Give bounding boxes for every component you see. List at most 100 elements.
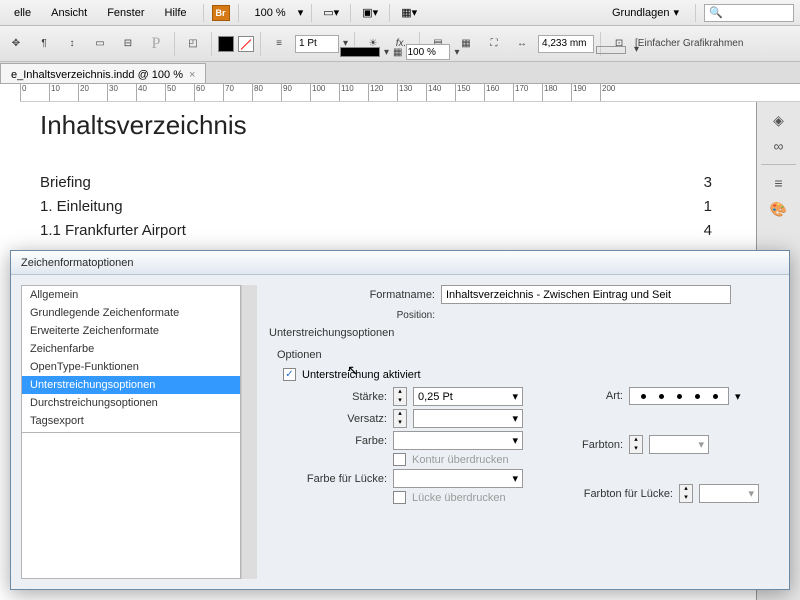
ruler-tick: 60 — [194, 84, 223, 101]
textflow-icon[interactable]: ↕ — [60, 32, 84, 56]
stroke-style-swatch[interactable] — [340, 47, 380, 57]
menu-item[interactable]: Fenster — [99, 3, 152, 23]
toc-row: Briefing3 — [40, 171, 712, 195]
ruler-tick: 130 — [397, 84, 426, 101]
zoom-level[interactable]: 100 % — [247, 5, 294, 21]
tint-label: Farbton: — [563, 439, 623, 451]
ruler-tick: 50 — [165, 84, 194, 101]
gap-color-combo[interactable]: ▾ — [393, 469, 523, 488]
anchor-icon[interactable]: ✥ — [4, 32, 28, 56]
stroke-end-swatch[interactable] — [596, 46, 626, 54]
layers-icon[interactable]: ◈ — [761, 108, 797, 132]
gap-tint-spinner[interactable]: ▴▾ — [679, 484, 693, 503]
dialog-title[interactable]: Zeichenformatoptionen — [11, 251, 789, 275]
ruler-tick: 110 — [339, 84, 368, 101]
menu-item[interactable]: Hilfe — [157, 3, 195, 23]
sidebar-item[interactable]: Erweiterte Zeichenformate — [22, 322, 240, 340]
ruler-tick: 90 — [281, 84, 310, 101]
document-tabs: e_Inhaltsverzeichnis.indd @ 100 % × — [0, 62, 800, 84]
dropdown-icon[interactable]: ▾ — [298, 6, 304, 19]
ruler-tick: 20 — [78, 84, 107, 101]
view-mode-icon[interactable]: ▭▾ — [320, 3, 342, 23]
dropdown-icon: ▾ — [673, 6, 679, 19]
sidebar-item[interactable]: Grundlegende Zeichenformate — [22, 304, 240, 322]
overprint-stroke-checkbox — [393, 453, 406, 466]
swatches-icon[interactable]: 🎨 — [761, 197, 797, 221]
para-direction-icon[interactable]: ¶ — [32, 32, 56, 56]
color-combo[interactable]: ▾ — [393, 431, 523, 450]
close-icon[interactable]: × — [189, 69, 195, 81]
sidebar-item[interactable]: OpenType-Funktionen — [22, 358, 240, 376]
formatname-label: Formatname: — [349, 289, 435, 301]
toc-row: 1. Einleitung1 — [40, 195, 712, 219]
ruler-tick: 140 — [426, 84, 455, 101]
type-combo[interactable] — [629, 387, 729, 405]
gap-tint-label: Farbton für Lücke: — [563, 488, 673, 500]
ruler-tick: 170 — [513, 84, 542, 101]
document-tab[interactable]: e_Inhaltsverzeichnis.indd @ 100 % × — [0, 63, 206, 83]
corner-icon[interactable]: ◰ — [181, 32, 205, 56]
sidebar-item[interactable]: Zeichenfarbe — [22, 340, 240, 358]
fill-swatch[interactable] — [218, 36, 234, 52]
ruler-tick: 160 — [484, 84, 513, 101]
ruler-tick: 80 — [252, 84, 281, 101]
scale-input[interactable] — [406, 44, 450, 60]
crop-icon[interactable]: ⛶ — [482, 32, 506, 56]
bridge-icon[interactable]: Br — [212, 5, 230, 21]
sidebar-item[interactable]: Tagsexport — [22, 412, 240, 430]
arrange-icon[interactable]: ▦▾ — [398, 3, 420, 23]
drop-cap-icon[interactable]: P — [144, 32, 168, 56]
ruler-tick: 120 — [368, 84, 397, 101]
offset-combo[interactable]: ▾ — [413, 409, 523, 428]
type-label: Art: — [563, 390, 623, 402]
menu-item[interactable]: elle — [6, 3, 39, 23]
screen-mode-icon[interactable]: ▣▾ — [359, 3, 381, 23]
tint-combo: ▾ — [649, 435, 709, 454]
position-label: Position: — [349, 310, 435, 321]
ruler-tick: 40 — [136, 84, 165, 101]
sidebar-item[interactable]: Durchstreichungsoptionen — [22, 394, 240, 412]
character-style-options-dialog: Zeichenformatoptionen AllgemeinGrundlege… — [10, 250, 790, 590]
search-icon: 🔍 — [709, 6, 723, 19]
gap-tint-combo: ▾ — [699, 484, 759, 503]
weight-label: Stärke: — [277, 391, 387, 403]
section-heading: Unterstreichungsoptionen — [269, 327, 779, 339]
stroke-swatch[interactable] — [238, 36, 254, 52]
dialog-sidebar: AllgemeinGrundlegende ZeichenformateErwe… — [21, 285, 241, 579]
weight-combo[interactable]: 0,25 Pt▾ — [413, 387, 523, 406]
balance-icon[interactable]: ⊟ — [116, 32, 140, 56]
measure-input[interactable] — [538, 35, 594, 53]
caption-icon[interactable]: ▭ — [88, 32, 112, 56]
style-label[interactable]: [Einfacher Grafikrahmen — [635, 38, 743, 49]
menu-item[interactable]: Ansicht — [43, 3, 95, 23]
links-icon[interactable]: ∞ — [761, 134, 797, 158]
formatname-input[interactable] — [441, 285, 731, 304]
search-input[interactable]: 🔍 — [704, 4, 794, 22]
scrollbar[interactable] — [241, 285, 257, 579]
ruler-tick: 190 — [571, 84, 600, 101]
ruler-tick: 0 — [20, 84, 49, 101]
underline-on-checkbox[interactable]: ✓ — [283, 368, 296, 381]
sidebar-item[interactable]: Allgemein — [22, 286, 240, 304]
stroke-weight-icon: ≡ — [267, 32, 291, 56]
tint-spinner[interactable]: ▴▾ — [629, 435, 643, 454]
ruler-tick: 150 — [455, 84, 484, 101]
stroke-panel-icon[interactable]: ≡ — [761, 171, 797, 195]
underline-on-label: Unterstreichung aktiviert — [302, 369, 421, 381]
offset-spinner[interactable]: ▴▾ — [393, 409, 407, 428]
ruler-tick: 70 — [223, 84, 252, 101]
overprint-gap-checkbox — [393, 491, 406, 504]
percent-icon: ▦ — [393, 47, 402, 58]
offset-label: Versatz: — [277, 413, 387, 425]
gap-color-label: Farbe für Lücke: — [277, 473, 387, 485]
color-label: Farbe: — [277, 435, 387, 447]
stroke-weight-input[interactable] — [295, 35, 339, 53]
horizontal-ruler: 0102030405060708090100110120130140150160… — [20, 84, 800, 102]
tab-title: e_Inhaltsverzeichnis.indd @ 100 % — [11, 69, 183, 81]
preview-pane — [22, 432, 240, 578]
weight-spinner[interactable]: ▴▾ — [393, 387, 407, 406]
sidebar-item[interactable]: Unterstreichungsoptionen — [22, 376, 240, 394]
overprint-stroke-label: Kontur überdrucken — [412, 454, 509, 466]
measure-icon: ↔ — [510, 32, 534, 56]
workspace-dropdown[interactable]: Grundlagen ▾ — [604, 4, 687, 21]
